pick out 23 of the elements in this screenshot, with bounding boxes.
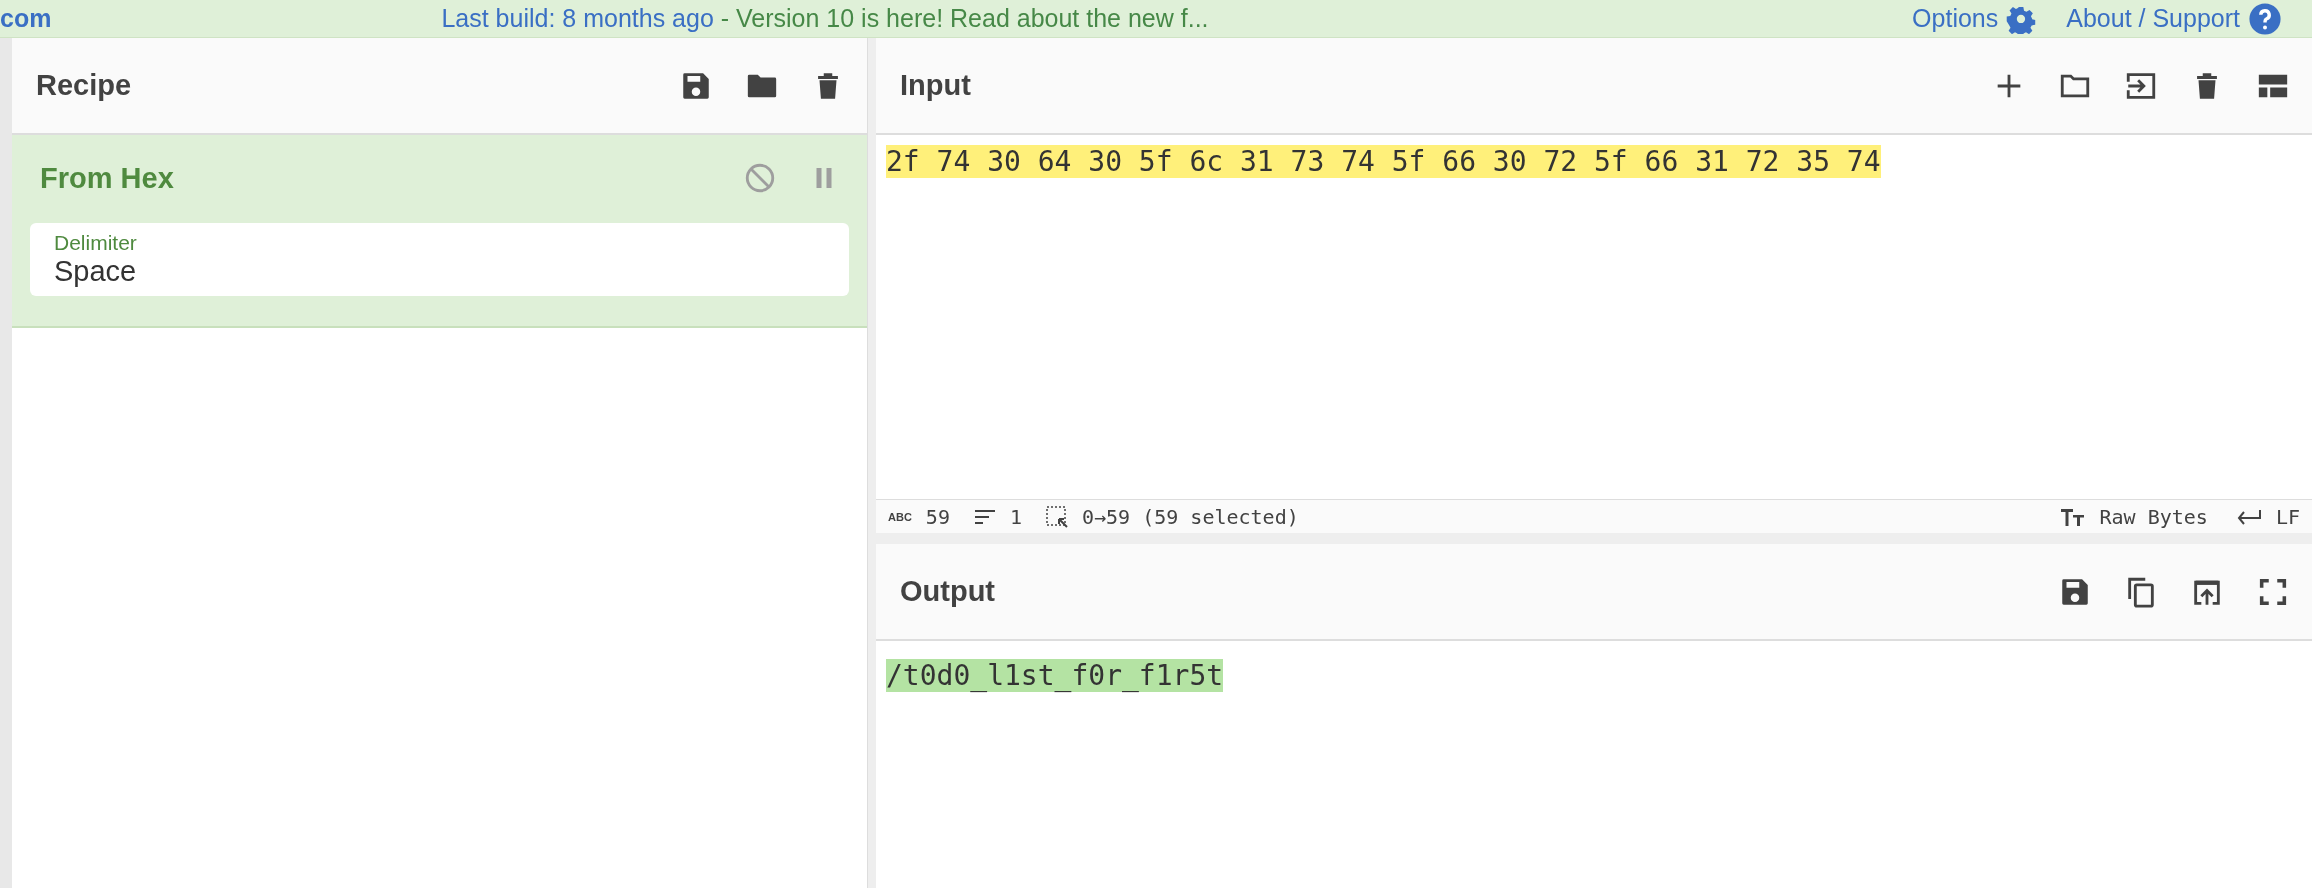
version-notice: - Version 10 is here! Read about the new f... — [719, 4, 1209, 33]
length-icon: ABC — [888, 510, 912, 523]
output-title: Output — [900, 575, 996, 608]
input-text[interactable]: 2f 74 30 64 30 5f 6c 31 73 74 5f 66 30 72 5f 66 31 72 35 74 — [886, 145, 1881, 178]
eol-label[interactable]: LF — [2275, 504, 2300, 529]
help-icon[interactable] — [2248, 1, 2282, 36]
text-size-icon[interactable] — [2059, 506, 2086, 527]
return-icon[interactable] — [2235, 507, 2262, 526]
argument-field[interactable]: Delimiter Space — [30, 223, 849, 296]
about-link[interactable]: About / Support — [2066, 1, 2282, 36]
build-link[interactable]: Last build: 8 months ago — [441, 4, 714, 33]
line-count: 1 — [1009, 504, 1022, 529]
encoding-label[interactable]: Raw Bytes — [2099, 504, 2208, 529]
lines-icon — [973, 507, 996, 526]
operation-title: From Hex — [40, 161, 175, 195]
length-count: 59 — [925, 504, 950, 529]
options-link[interactable]: Options — [1912, 3, 2037, 34]
input-title: Input — [900, 69, 972, 102]
output-text[interactable]: /t0d0_l1st_f0r_f1r5t — [886, 659, 1224, 692]
selection-range: 0→59 (59 selected) — [1082, 504, 1299, 529]
recipe-title: Recipe — [36, 69, 133, 102]
selection-icon — [1046, 505, 1068, 528]
logo-text[interactable]: com — [0, 4, 52, 33]
